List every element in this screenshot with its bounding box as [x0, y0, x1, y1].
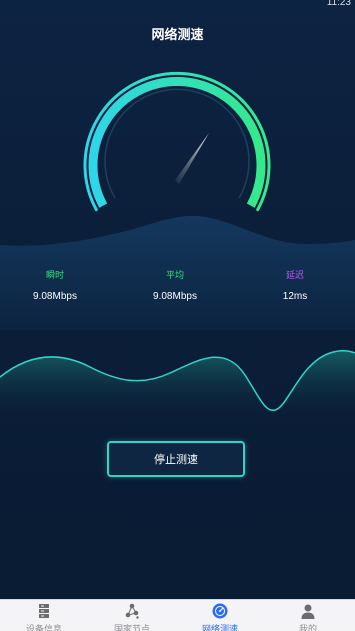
speed-test-screen: 11:23 网络测速 瞬时 9.08Mbps 平均 9.08Mbps 延迟 12… — [0, 0, 355, 631]
metric-average-value: 9.08Mbps — [153, 291, 197, 302]
tab-label: 国家节点 — [113, 625, 150, 631]
metric-instant: 瞬时 9.08Mbps — [5, 270, 105, 302]
speed-wave — [0, 349, 355, 425]
tab-speed-test[interactable]: 网络测速 — [176, 600, 264, 631]
page-title: 网络测速 — [151, 28, 204, 43]
metric-latency: 延迟 12ms — [245, 270, 345, 302]
device-info-icon — [39, 604, 49, 618]
gauge-needle — [175, 133, 209, 184]
tab-profile[interactable]: 我的 — [264, 600, 352, 631]
metric-latency-label: 延迟 — [285, 271, 304, 281]
tab-label: 我的 — [298, 625, 317, 631]
profile-icon — [301, 604, 315, 619]
status-time: 11:23 — [326, 0, 351, 8]
gauge-main-arc — [88, 76, 266, 208]
speed-test-icon — [212, 603, 228, 619]
nodes-icon — [125, 603, 139, 619]
metric-instant-label: 瞬时 — [45, 271, 64, 281]
gauge-outer-arc — [83, 71, 271, 212]
tab-label: 网络测速 — [201, 625, 238, 631]
metric-latency-value: 12ms — [282, 291, 308, 302]
metrics-row: 瞬时 9.08Mbps 平均 9.08Mbps 延迟 12ms — [0, 270, 355, 310]
bottom-tab-bar: 设备信息 国家节点 网络测速 我的 — [0, 599, 355, 631]
status-bar: 11:23 — [0, 0, 355, 12]
metric-instant-value: 9.08Mbps — [33, 291, 77, 302]
tab-device-info[interactable]: 设备信息 — [0, 600, 88, 631]
metric-average-label: 平均 — [165, 271, 184, 281]
metric-average: 平均 9.08Mbps — [125, 270, 225, 302]
stop-test-button[interactable]: 停止测速 — [107, 441, 245, 477]
tab-country-nodes[interactable]: 国家节点 — [88, 600, 176, 631]
background-hill — [0, 215, 355, 330]
tab-label: 设备信息 — [25, 625, 62, 631]
